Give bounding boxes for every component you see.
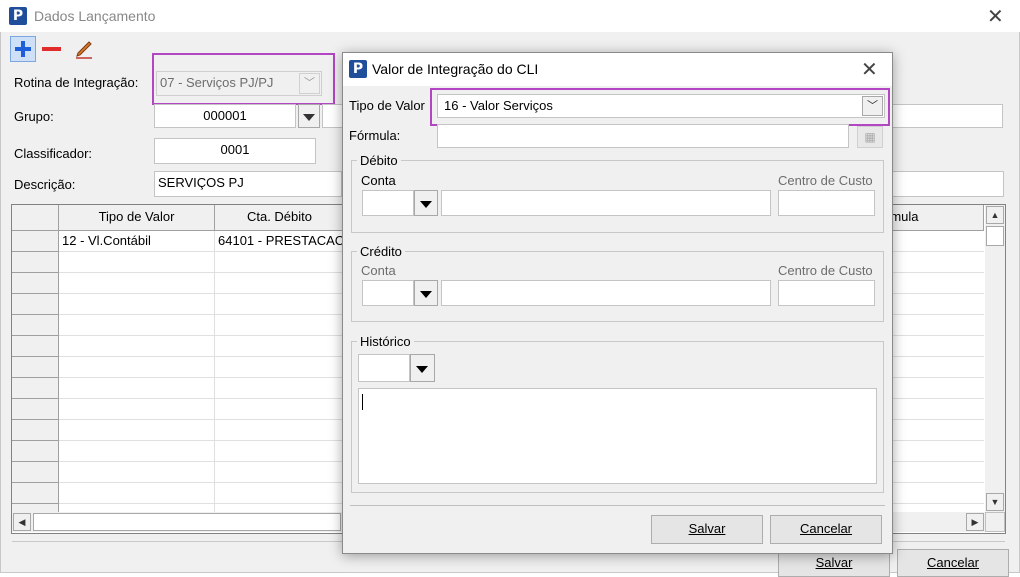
grid-col-formula[interactable]: rmula (884, 205, 984, 231)
grid-col-debito[interactable]: Cta. Débito (215, 205, 345, 231)
remove-button[interactable] (40, 37, 64, 61)
credito-dropdown-arrow-icon (420, 291, 432, 298)
horizontal-scroll-thumb[interactable] (33, 513, 341, 531)
credito-centro-input[interactable] (778, 280, 875, 306)
rotina-label: Rotina de Integração: (14, 75, 139, 90)
tipo-valor-combo[interactable]: 16 - Valor Serviços (437, 94, 885, 118)
classificador-value: 0001 (220, 142, 250, 157)
grupo-desc-input-right[interactable] (886, 104, 1003, 128)
pencil-icon (76, 41, 92, 59)
debito-conta-label: Conta (361, 173, 396, 188)
classificador-input[interactable]: 0001 (154, 138, 316, 164)
grupo-label: Grupo: (14, 109, 54, 124)
dialog-save-button[interactable]: Salvar (651, 515, 763, 544)
tipo-valor-label: Tipo de Valor (349, 98, 425, 113)
credito-conta-desc-input[interactable] (441, 280, 771, 306)
dialog-close-icon[interactable]: ✕ (861, 59, 878, 79)
debito-centro-input[interactable] (778, 190, 875, 216)
main-window-title: Dados Lançamento (34, 8, 156, 24)
debito-conta-dropdown-button[interactable] (414, 190, 438, 216)
grid-vertical-scrollbar[interactable] (985, 205, 1005, 512)
debito-group-title: Débito (357, 153, 401, 168)
grid-row-headers (12, 231, 59, 512)
historico-combo[interactable] (358, 354, 410, 382)
formula-input[interactable] (437, 124, 849, 148)
historico-dropdown-button[interactable] (410, 354, 435, 382)
grupo-desc-input[interactable] (322, 104, 344, 128)
credito-conta-label: Conta (361, 263, 396, 278)
debito-dropdown-arrow-icon (420, 201, 432, 208)
scroll-up-icon[interactable]: ▲ (986, 206, 1004, 224)
add-button[interactable] (10, 36, 36, 62)
grid-corner (12, 205, 59, 231)
debito-conta-combo[interactable] (362, 190, 414, 216)
main-close-icon[interactable]: ✕ (987, 6, 1004, 26)
app-logo-icon: P (9, 7, 27, 25)
historico-textarea[interactable] (358, 388, 877, 484)
debito-centro-label: Centro de Custo (778, 173, 873, 188)
credito-group-title: Crédito (357, 244, 405, 259)
formula-calculator-icon[interactable]: ▦ (857, 126, 883, 148)
credito-conta-dropdown-button[interactable] (414, 280, 438, 306)
credito-centro-label: Centro de Custo (778, 263, 873, 278)
edit-button[interactable] (72, 37, 96, 61)
formula-label: Fórmula: (349, 128, 401, 143)
scroll-left-icon[interactable]: ◀ (13, 513, 31, 531)
debito-conta-desc-input[interactable] (441, 190, 771, 216)
scrollbar-corner (985, 512, 1005, 532)
vertical-scroll-thumb[interactable] (986, 226, 1004, 246)
dialog-title: Valor de Integração do CLI (372, 61, 539, 77)
descricao-label: Descrição: (14, 177, 76, 192)
tipo-valor-value: 16 - Valor Serviços (444, 98, 553, 113)
dialog-footer-divider (350, 505, 885, 506)
grupo-dropdown-arrow-icon (303, 114, 315, 121)
rotina-dropdown-chevron-icon[interactable]: ﹀ (299, 73, 320, 94)
descricao-value: SERVIÇOS PJ (158, 175, 244, 190)
credito-conta-combo[interactable] (362, 280, 414, 306)
historico-dropdown-arrow-icon (416, 366, 428, 373)
grupo-value: 000001 (203, 108, 247, 123)
grid-cell-debito[interactable]: 64101 - PRESTACAC (218, 233, 344, 248)
descricao-input-right[interactable] (886, 171, 1004, 197)
rotina-combo-value: 07 - Serviços PJ/PJ (160, 75, 274, 90)
classificador-label: Classificador: (14, 146, 93, 161)
grupo-dropdown-button[interactable] (298, 104, 320, 128)
scroll-right-icon[interactable]: ▶ (966, 513, 984, 531)
dialog-cancel-button[interactable]: Cancelar (770, 515, 882, 544)
rotina-combo[interactable]: 07 - Serviços PJ/PJ (156, 71, 322, 96)
minus-icon (42, 47, 61, 51)
grid-col-tipo[interactable]: Tipo de Valor (59, 205, 215, 231)
grid-body-right (884, 231, 984, 512)
grid-cell-tipo[interactable]: 12 - Vl.Contábil (62, 233, 151, 248)
text-cursor (362, 394, 363, 410)
historico-group-title: Histórico (357, 334, 414, 349)
tipo-valor-chevron-icon[interactable]: ﹀ (862, 96, 883, 116)
dialog-logo-icon: P (349, 60, 367, 78)
descricao-input[interactable]: SERVIÇOS PJ (154, 171, 342, 197)
scroll-down-icon[interactable]: ▼ (986, 493, 1004, 511)
grupo-input[interactable]: 000001 (154, 104, 296, 128)
